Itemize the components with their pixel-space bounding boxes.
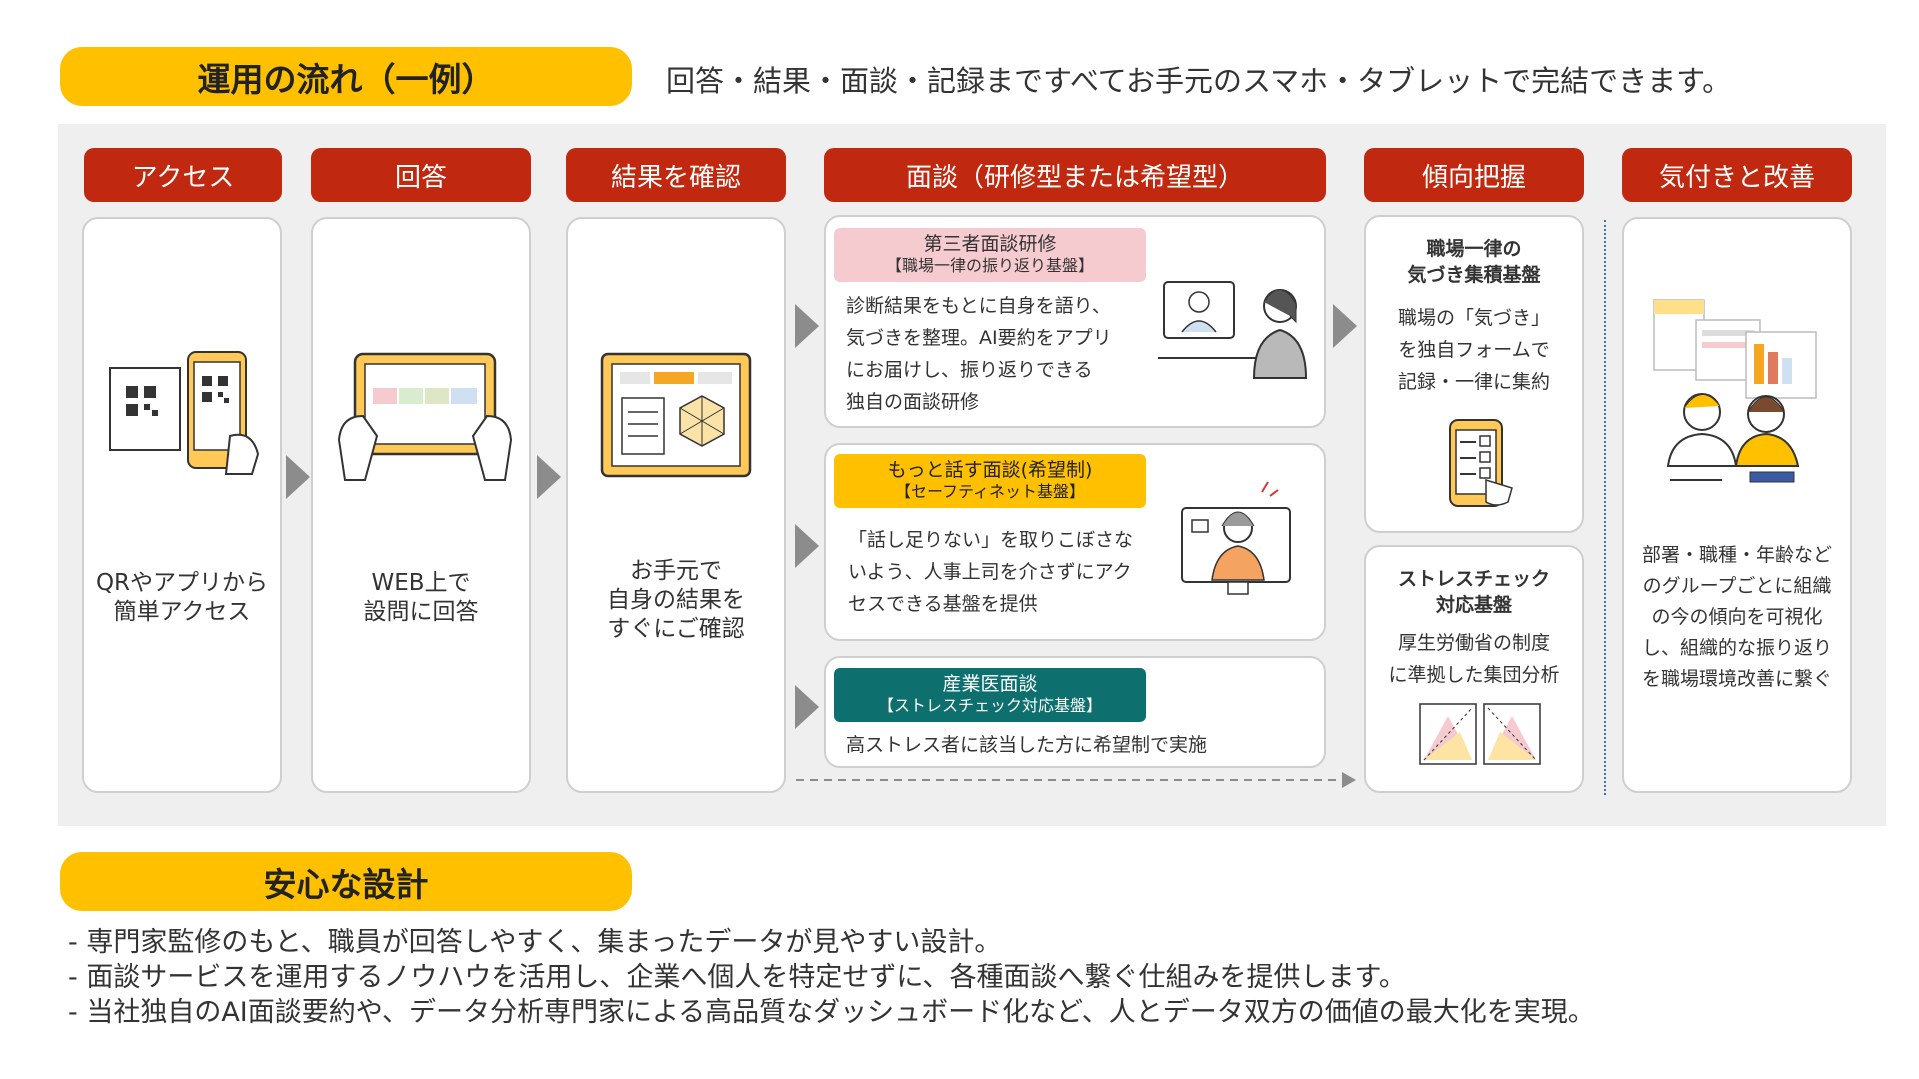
interview-title-hope: もっと話す面談(希望制) bbox=[887, 459, 1093, 481]
trend-title-awareness: 職場一律の 気づき集積基盤 bbox=[1407, 238, 1541, 286]
dotted-separator bbox=[1604, 220, 1606, 795]
trend-text-awareness: 職場の「気づき」 を独自フォームで 記録・一律に集約 bbox=[1397, 307, 1550, 393]
flow-subtitle: 回答・結果・面談・記録まですべてお手元のスマホ・タブレットで完結できます。 bbox=[666, 64, 1732, 98]
interview-tag-training: 第三者面談研修 【職場一律の振り返り基盤】 bbox=[834, 228, 1146, 282]
interview-subtitle-training: 【職場一律の振り返り基盤】 bbox=[885, 256, 1094, 275]
flow-heading: 運用の流れ（一例） bbox=[60, 47, 632, 106]
interview-text-hope: 「話し足りない」を取りこぼさな いよう、人事上司を介さずにアク セスできる基盤を… bbox=[848, 529, 1134, 615]
interview-title-occupational: 産業医面談 bbox=[942, 673, 1038, 695]
qr-phone-illustration bbox=[104, 346, 264, 476]
trend-text-stresscheck: 厚生労働省の制度 に準拠した集団分析 bbox=[1388, 632, 1560, 686]
interview-arrow-2 bbox=[795, 524, 819, 568]
online-interview-illustration bbox=[1154, 262, 1314, 380]
step-text-improve: 部署・職種・年齢など のグループごとに組織 の今の傾向を可視化 し、組織的な振り… bbox=[1641, 544, 1832, 690]
design-bullet: - 面談サービスを運用するノウハウを活用し、企業へ個人を特定せずに、各種面談へ繋… bbox=[68, 962, 1406, 993]
step-header-improve: 気付きと改善 bbox=[1622, 148, 1852, 202]
step-card-access bbox=[82, 217, 282, 793]
step-text-answer: WEB上で 設問に回答 bbox=[363, 570, 479, 625]
trend-arrow bbox=[1333, 304, 1357, 348]
phone-checklist-icon bbox=[1446, 416, 1516, 512]
interview-arrow-3 bbox=[795, 685, 819, 729]
step-header-result: 結果を確認 bbox=[566, 148, 786, 202]
interview-subtitle-occupational: 【ストレスチェック対応基盤】 bbox=[877, 696, 1102, 715]
design-bullet-list: - 専門家監修のもと、職員が回答しやすく、集まったデータが見やすい設計。 - 面… bbox=[68, 925, 1595, 1030]
step-card-result bbox=[566, 217, 786, 793]
step-header-interview: 面談（研修型または希望型） bbox=[824, 148, 1326, 202]
design-heading-text: 安心な設計 bbox=[263, 864, 429, 904]
interview-tag-occupational: 産業医面談 【ストレスチェック対応基盤】 bbox=[834, 668, 1146, 722]
trend-title-stresscheck: ストレスチェック 対応基盤 bbox=[1397, 568, 1550, 616]
tablet-illustration bbox=[333, 346, 513, 486]
flow-arrow-2 bbox=[537, 455, 561, 499]
step-text-access: QRやアプリから 簡単アクセス bbox=[95, 570, 269, 625]
team-dashboard-illustration bbox=[1650, 296, 1830, 486]
analysis-chart-icon bbox=[1418, 702, 1542, 766]
interview-text-training: 診断結果をもとに自身を語り、 気づきを整理。AI要約をアプリ にお届けし、振り返… bbox=[846, 295, 1112, 413]
step-header-trend: 傾向把握 bbox=[1364, 148, 1584, 202]
design-bullet: - 当社独自のAI面談要約や、データ分析専門家による高品質なダッシュボード化など… bbox=[68, 997, 1595, 1028]
dashed-arrow bbox=[796, 772, 1356, 788]
step-header-answer: 回答 bbox=[311, 148, 531, 202]
video-call-illustration bbox=[1178, 478, 1298, 602]
design-heading: 安心な設計 bbox=[60, 852, 632, 911]
design-bullet: - 専門家監修のもと、職員が回答しやすく、集まったデータが見やすい設計。 bbox=[68, 927, 1002, 958]
step-header-access: アクセス bbox=[84, 148, 282, 202]
interview-tag-hope: もっと話す面談(希望制) 【セーフティネット基盤】 bbox=[834, 454, 1146, 508]
interview-arrow-1 bbox=[795, 304, 819, 348]
flow-arrow-1 bbox=[286, 455, 310, 499]
interview-subtitle-hope: 【セーフティネット基盤】 bbox=[894, 482, 1086, 501]
interview-title-training: 第三者面談研修 bbox=[923, 233, 1057, 255]
step-text-result: お手元で 自身の結果を すぐにご確認 bbox=[607, 558, 745, 642]
interview-text-occupational: 高ストレス者に該当した方に希望制で実施 bbox=[846, 734, 1208, 756]
flow-heading-text: 運用の流れ（一例） bbox=[197, 59, 495, 99]
result-screen-illustration bbox=[598, 350, 754, 480]
step-card-answer bbox=[311, 217, 531, 793]
